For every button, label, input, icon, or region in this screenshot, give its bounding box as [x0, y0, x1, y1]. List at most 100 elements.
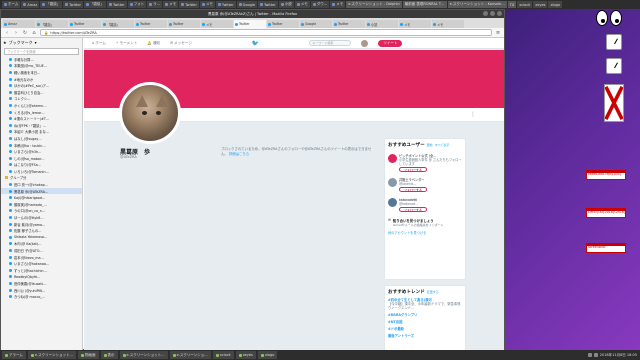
panel-task[interactable]: ラ… — [147, 1, 163, 8]
follow-button[interactable]: フォローする — [399, 167, 428, 172]
bookmark-item[interactable]: #運のストーリー(#T… — [1, 115, 82, 122]
panel-task[interactable]: Twitter — [106, 1, 127, 8]
bookmark-item[interactable]: Kaji(@hikarigaod… — [1, 194, 82, 201]
bookmark-item[interactable]: 軽い検索を本日… — [1, 69, 82, 76]
bookmark-item[interactable]: ずっと(@tachichin… — [1, 267, 82, 274]
user-avatar[interactable] — [388, 154, 397, 163]
browser-tab[interactable]: Google — [300, 20, 332, 28]
user-avatar[interactable] — [388, 198, 397, 207]
bookmark-item[interactable]: ReadbyIQbyfe… — [1, 274, 82, 281]
bookmark-item[interactable]: きつね(@ mocco_… — [1, 293, 82, 300]
panel-task[interactable]: 「雑談」 — [40, 1, 63, 8]
bookmark-item[interactable]: #地元なのか — [1, 76, 82, 83]
bookmark-item[interactable]: かくんじ(@ahemn… — [1, 102, 82, 109]
taskbar-item[interactable]: e.スクリーンショ… — [169, 351, 211, 359]
change-link[interactable]: 変更する — [427, 290, 439, 294]
panel-task[interactable]: 「雑談」 — [83, 1, 106, 8]
browser-tab[interactable]: Twitter — [168, 20, 200, 28]
bookmark-item[interactable]: 黒葛原 歩(@ATeZRA… — [1, 187, 82, 195]
panel-task[interactable]: メモ — [199, 1, 215, 8]
sticky-note[interactable]: t-entry-sq-2018y-2018| — [586, 208, 626, 218]
window-task[interactable]: 最前面 表現RONRAL T… — [402, 1, 447, 8]
taskbar-item[interactable]: xeyes — [235, 351, 256, 359]
trend-item[interactable]: 最後アントラーズ — [388, 334, 462, 338]
window-task[interactable]: e.スクリーンショット - Dolphin — [346, 1, 402, 8]
bookmark-item[interactable]: 成田日 子(@ATO… — [1, 247, 82, 254]
taskbar-item[interactable]: e.スクリーンショット… — [119, 351, 168, 359]
follow-button[interactable]: フォローする — [399, 207, 428, 212]
taskbar-item[interactable]: e.スクリーンショット… — [27, 351, 76, 359]
taskbar-item[interactable]: 物画面 — [78, 351, 99, 359]
browser-tab[interactable]: 「雑談」 — [36, 20, 68, 28]
nav-home[interactable]: ⌂ ホーム — [92, 41, 106, 46]
browser-tab[interactable]: Twitter — [135, 20, 167, 28]
bookmark-item[interactable]: 田仲美春(@ikusaki… — [1, 280, 82, 287]
trend-item[interactable]: #RRRAグランプリ — [388, 313, 462, 317]
update-link[interactable]: 更新 — [427, 143, 433, 147]
maximize-icon[interactable] — [490, 11, 495, 16]
close-icon[interactable] — [497, 11, 502, 16]
twitter-search-input[interactable]: キーワード検索 — [309, 40, 352, 46]
bookmark-item[interactable]: 藤芸科ひとり自治… — [1, 89, 82, 96]
window-task[interactable]: e.スクリーンショット - Konsole… — [447, 1, 507, 8]
panel-task[interactable]: メモ — [163, 1, 179, 8]
follow-button[interactable]: フォローする — [399, 187, 428, 192]
app-task[interactable]: xeyes — [533, 1, 548, 8]
bookmark-item[interactable]: Shibata Yokomasa… — [1, 234, 82, 241]
panel-task[interactable]: Twitter — [63, 1, 83, 8]
nav-moments[interactable]: ⚡ モーメント — [116, 41, 137, 46]
reload-icon[interactable]: ↻ — [22, 30, 28, 36]
bookmark-item[interactable]: ね(@FPK・「雑談」… — [1, 122, 82, 129]
bookmark-item[interactable]: 藤原実(@hamada_… — [1, 201, 82, 208]
browser-tab[interactable]: Amaz — [3, 20, 35, 28]
trend-item[interactable]: #四中全て生として真る)湊河 【今中継】湊中全、今年最新ドラマで、緊急事態ウィーク… — [388, 298, 462, 310]
home-icon[interactable]: ⌂ — [31, 30, 37, 36]
sticky-note[interactable]: screenshot — [586, 243, 626, 253]
panel-task[interactable]: Twitter — [215, 1, 236, 8]
bookmark-item[interactable]: 手軽な計算… — [1, 56, 82, 63]
app-task[interactable]: xlogo — [548, 1, 562, 8]
panel-task[interactable]: フォト — [127, 1, 147, 8]
app-task[interactable]: xclock — [517, 1, 533, 8]
bookmark-item[interactable]: ほーんの(@ttyk8… — [1, 214, 82, 221]
view-all-link[interactable]: すべて表示 — [435, 143, 450, 147]
profile-avatar[interactable] — [119, 82, 181, 144]
panel-task[interactable]: メモ — [330, 1, 346, 8]
forward-icon[interactable]: › — [13, 30, 19, 36]
trend-item[interactable]: #NT出国 — [388, 320, 462, 324]
bookmark-item[interactable]: 岩本(@ikezo_ma… — [1, 254, 82, 261]
bookmark-item[interactable]: うの口(@on_co_n… — [1, 208, 82, 215]
taskbar-item[interactable]: xlogo — [257, 351, 278, 359]
panel-task[interactable]: 小説 — [278, 1, 294, 8]
sidebar-header[interactable]: ★ ブックマーク ▾ — [1, 38, 82, 47]
menu-icon[interactable]: ≡ — [495, 30, 501, 36]
network-icon[interactable] — [587, 353, 592, 357]
bookmark-item[interactable]: 木内(@ Ka(kat)… — [1, 241, 82, 248]
bookmark-item[interactable]: コレクシ… — [1, 96, 82, 103]
find-accounts-link[interactable]: 他のアカウントを見つける — [388, 230, 462, 235]
bookmark-item[interactable]: しの(@sa_mabor… — [1, 155, 82, 162]
bookmark-item[interactable]: 佐藤 郁子さんの… — [1, 227, 82, 234]
find-friends[interactable]: ✉ 知り合いを見つけましょう Gmailやメールの連絡先をインポート — [388, 218, 462, 227]
panel-task[interactable]: Twitter — [257, 1, 278, 8]
minimize-icon[interactable] — [483, 11, 488, 16]
taskbar-item[interactable]: アラーム — [2, 351, 26, 359]
browser-tab[interactable]: メモ — [432, 20, 464, 28]
bookmark-item[interactable]: 本稿(@ka・tsukin… — [1, 142, 82, 149]
user-avatar[interactable] — [388, 178, 397, 187]
bookmark-item[interactable]: ほかの(#PeC_soc)ア… — [1, 82, 82, 89]
panel-task[interactable]: Google — [236, 1, 257, 8]
details-link[interactable]: 詳細はこちら — [229, 152, 249, 156]
bookmark-item[interactable]: 本集団(@mc_TEUE… — [1, 63, 82, 70]
bookmark-item[interactable]: はこなり(@FSa… — [1, 162, 82, 169]
window-task[interactable]: TX — [507, 1, 517, 8]
nav-messages[interactable]: ✉ メッセージ — [170, 41, 192, 46]
twitter-bird-icon[interactable]: 🐦 — [252, 40, 259, 47]
more-options-icon[interactable]: ⋮ — [470, 111, 476, 118]
panel-task[interactable]: ホーム — [2, 1, 21, 8]
panel-task[interactable]: ダウ… — [310, 1, 330, 8]
panel-task[interactable]: Amaz — [21, 1, 40, 8]
bookmark-item[interactable]: 本紹介 大衆小説 まな… — [1, 129, 82, 136]
volume-icon[interactable] — [593, 353, 598, 357]
user-avatar[interactable] — [361, 39, 369, 47]
